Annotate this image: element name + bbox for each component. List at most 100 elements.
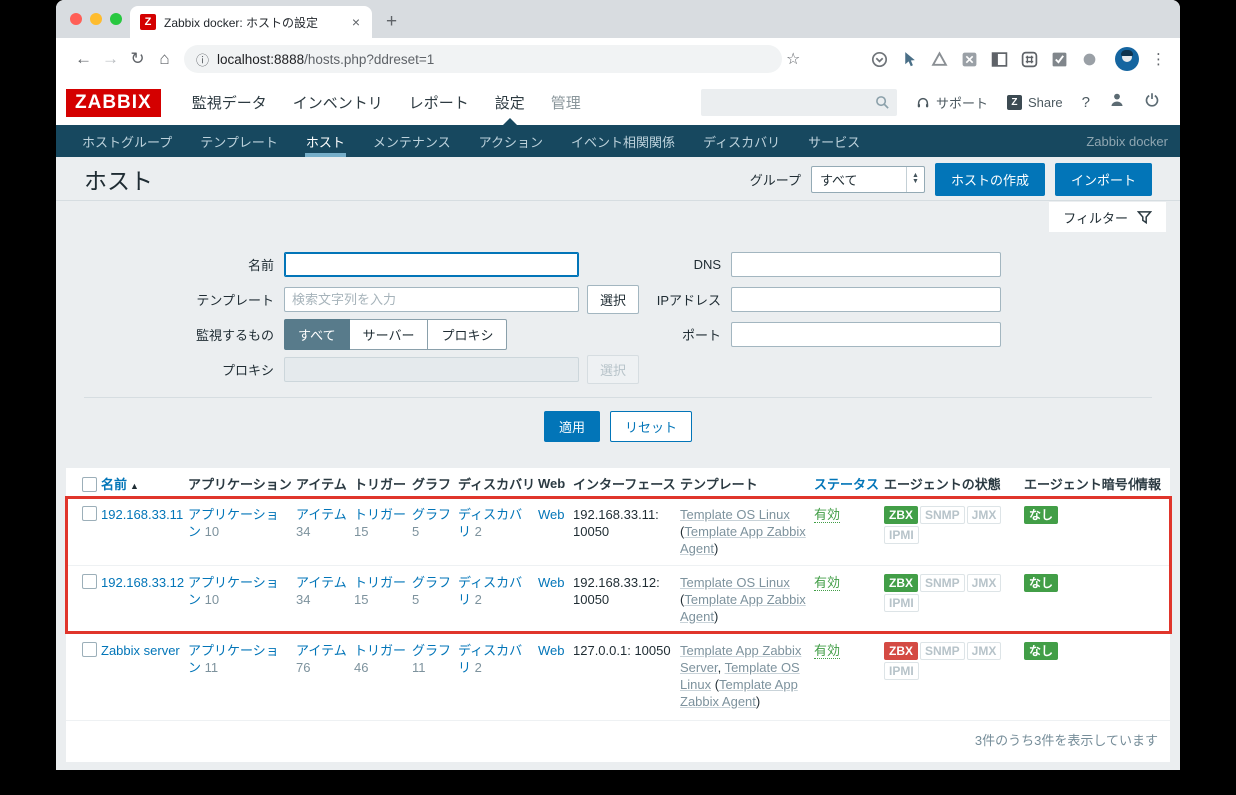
row-checkbox[interactable] [82, 506, 97, 521]
create-host-button[interactable]: ホストの作成 [934, 162, 1045, 196]
close-box-icon[interactable] [961, 51, 978, 68]
proxy-input[interactable] [284, 357, 579, 382]
pocket-icon[interactable] [871, 51, 888, 68]
host-link[interactable]: Zabbix server [101, 643, 180, 658]
dot-icon[interactable] [1081, 51, 1098, 68]
row-checkbox[interactable] [82, 573, 97, 589]
filter-label: フィルター [1063, 210, 1128, 226]
nav-item-インベントリ[interactable]: インベントリ [280, 80, 396, 125]
support-link[interactable]: サポート [916, 93, 988, 112]
nav-item-設定[interactable]: 設定 [482, 80, 538, 125]
forward-icon[interactable]: → [97, 49, 124, 69]
select-all-checkbox[interactable] [82, 476, 97, 492]
template-link[interactable]: Template OS Linux [680, 507, 790, 522]
pointer-icon[interactable] [901, 51, 918, 68]
template-link[interactable]: Template App Zabbix Agent [680, 524, 806, 556]
entity-link[interactable]: ディスカバリ [458, 575, 522, 607]
subnav-item-ディスカバリ[interactable]: ディスカバリ [689, 125, 794, 157]
profile-avatar[interactable] [1115, 47, 1139, 71]
entity-link[interactable]: ディスカバリ [458, 643, 522, 675]
reset-button[interactable]: リセット [610, 411, 693, 442]
subnav-item-ホスト[interactable]: ホスト [292, 125, 359, 157]
sidebar-icon[interactable] [991, 51, 1008, 68]
dns-label: DNS [693, 257, 722, 272]
browser-menu-icon[interactable]: ⋮ [1151, 50, 1166, 68]
entity-link[interactable]: トリガー [354, 575, 406, 590]
grid-hash-icon[interactable] [1021, 51, 1038, 68]
nav-item-監視データ[interactable]: 監視データ [179, 80, 280, 125]
subnav-item-イベント相関関係[interactable]: イベント相関関係 [557, 125, 689, 157]
subnav-item-テンプレート[interactable]: テンプレート [186, 125, 292, 157]
logout-power-icon[interactable] [1144, 92, 1160, 113]
template-link[interactable]: Template OS Linux [680, 575, 790, 590]
tab-close-icon[interactable]: × [350, 14, 362, 30]
nav-item-管理[interactable]: 管理 [538, 80, 594, 125]
template-select-button[interactable]: 選択 [587, 285, 640, 314]
entity-link[interactable]: トリガー [354, 507, 406, 522]
close-window-button[interactable] [70, 13, 82, 25]
zoom-window-button[interactable] [110, 13, 122, 25]
monitored-by-label: 監視するもの [195, 328, 274, 343]
web-link[interactable]: Web [538, 643, 565, 658]
subnav-item-サービス[interactable]: サービス [794, 125, 874, 157]
entity-link[interactable]: アプリケーション [188, 507, 279, 539]
help-link[interactable]: ? [1082, 94, 1090, 111]
subnav-item-ホストグループ[interactable]: ホストグループ [68, 125, 186, 157]
agent-badge-snmp: SNMP [920, 641, 965, 660]
back-icon[interactable]: ← [70, 49, 97, 69]
port-input[interactable] [731, 322, 1002, 347]
share-link[interactable]: Z Share [1006, 95, 1063, 110]
host-link[interactable]: 192.168.33.11 [101, 507, 183, 522]
page-info-icon[interactable]: ⓘ [196, 50, 209, 69]
monitored-option-サーバー[interactable]: サーバー [349, 319, 429, 350]
user-profile-icon[interactable] [1109, 92, 1125, 113]
zabbix-logo[interactable]: ZABBIX [66, 88, 161, 117]
entity-link[interactable]: アプリケーション [188, 575, 279, 607]
new-tab-button[interactable]: + [386, 12, 397, 31]
sub-nav: ホストグループ テンプレート ホスト メンテナンス アクション イベント相関関係 ディスカバ… [56, 125, 1180, 157]
entity-link[interactable]: グラフ [412, 575, 451, 590]
minimize-window-button[interactable] [90, 13, 102, 25]
drive-icon[interactable] [931, 50, 948, 68]
home-icon[interactable]: ⌂ [151, 49, 178, 69]
subnav-item-メンテナンス[interactable]: メンテナンス [359, 125, 465, 157]
bookmark-star-icon[interactable]: ☆ [786, 49, 800, 69]
dns-input[interactable] [731, 252, 1002, 277]
entity-link[interactable]: ディスカバリ [458, 507, 522, 539]
apply-button[interactable]: 適用 [543, 411, 600, 442]
web-link[interactable]: Web [538, 575, 565, 590]
import-button[interactable]: インポート [1054, 162, 1152, 196]
ip-input[interactable] [731, 287, 1002, 312]
column-header-ステータス[interactable]: ステータス [814, 468, 884, 498]
web-link[interactable]: Web [538, 507, 565, 522]
column-header-名前[interactable]: 名前 ▲ [101, 468, 188, 498]
filter-tab[interactable]: フィルター [1049, 202, 1166, 232]
proxy-select-button[interactable]: 選択 [587, 355, 640, 384]
monitored-option-プロキシ[interactable]: プロキシ [428, 319, 508, 350]
entity-link[interactable]: アイテム [296, 507, 347, 522]
entity-link[interactable]: トリガー [354, 643, 406, 658]
tasks-check-icon[interactable] [1051, 51, 1068, 68]
monitored-option-すべて[interactable]: すべて [284, 319, 350, 350]
entity-link[interactable]: アプリケーション [188, 643, 279, 675]
host-link[interactable]: 192.168.33.12 [101, 575, 184, 590]
entity-link[interactable]: グラフ [412, 507, 451, 522]
entity-link[interactable]: アイテム [296, 643, 347, 658]
group-select[interactable]: すべて ▲ ▼ [810, 165, 925, 193]
entity-link[interactable]: グラフ [412, 643, 451, 658]
status-link[interactable]: 有効 [814, 642, 841, 659]
status-link[interactable]: 有効 [814, 574, 841, 591]
row-checkbox[interactable] [82, 641, 97, 657]
templates-cell: Template OS Linux (Template App Zabbix A… [680, 565, 814, 634]
search-input[interactable] [700, 89, 897, 116]
name-input[interactable] [284, 252, 579, 277]
entity-link[interactable]: アイテム [296, 575, 347, 590]
nav-item-レポート[interactable]: レポート [396, 80, 482, 125]
status-link[interactable]: 有効 [814, 507, 841, 523]
url-bar[interactable]: ⓘ localhost:8888/hosts.php?ddreset=1 [184, 45, 782, 73]
template-search-input[interactable] [284, 287, 579, 312]
browser-tab[interactable]: Z Zabbix docker: ホストの設定 × [130, 6, 372, 38]
template-link[interactable]: Template App Zabbix Agent [680, 592, 806, 624]
subnav-item-アクション[interactable]: アクション [465, 125, 557, 157]
reload-icon[interactable]: ↻ [124, 49, 151, 69]
